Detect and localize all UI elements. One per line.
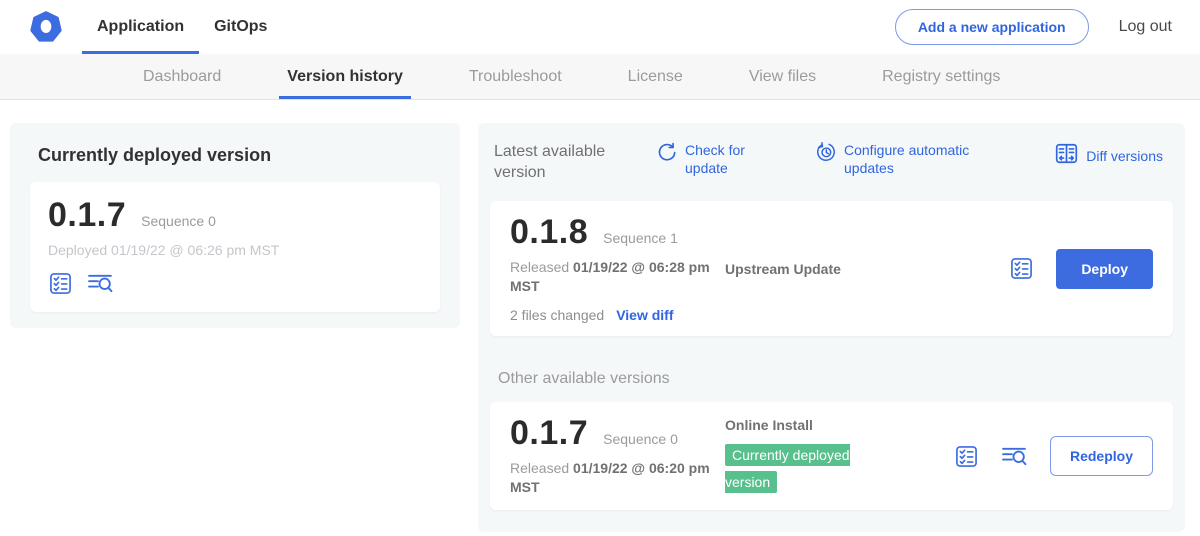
logout-link[interactable]: Log out (1119, 18, 1172, 36)
latest-available-title: Latest available version (494, 141, 622, 183)
view-logs-icon[interactable] (87, 271, 114, 296)
deployed-version-card: 0.1.7 Sequence 0 Deployed 01/19/22 @ 06:… (30, 182, 440, 312)
other-source-label: Online Install (725, 417, 944, 433)
subnav-item-troubleshoot[interactable]: Troubleshoot (461, 54, 570, 99)
currently-deployed-badge: Currently deployed version (725, 444, 850, 493)
subnav-item-version-history[interactable]: Version history (279, 54, 411, 99)
other-released-timestamp: Released 01/19/22 @ 06:20 pm MST (510, 459, 715, 497)
other-version-card: 0.1.7 Sequence 0 Released 01/19/22 @ 06:… (490, 402, 1173, 510)
configure-automatic-updates-label: Configure automatic updates (844, 141, 983, 177)
add-new-application-button[interactable]: Add a new application (895, 9, 1089, 45)
subnav-item-license[interactable]: License (620, 54, 691, 99)
latest-version-number: 0.1.8 (510, 215, 588, 249)
subnav-item-dashboard[interactable]: Dashboard (135, 54, 229, 99)
other-available-versions-heading: Other available versions (498, 370, 1173, 388)
header-right: Add a new application Log out (895, 0, 1200, 54)
subnav-item-registry-settings[interactable]: Registry settings (874, 54, 1008, 99)
currently-deployed-title: Currently deployed version (38, 145, 440, 166)
clock-refresh-icon (815, 141, 837, 177)
deployed-timestamp: Deployed 01/19/22 @ 06:26 pm MST (48, 242, 422, 258)
available-panel-header: Latest available version Check for updat… (490, 141, 1173, 193)
check-for-update-button[interactable]: Check for update (656, 141, 759, 177)
view-diff-link[interactable]: View diff (616, 307, 673, 323)
released-prefix: Released (510, 259, 573, 275)
tab-application[interactable]: Application (82, 0, 199, 54)
app-subnav: Dashboard Version history Troubleshoot L… (0, 54, 1200, 100)
latest-sequence-label: Sequence 1 (603, 230, 678, 246)
latest-version-card: 0.1.8 Sequence 1 Released 01/19/22 @ 06:… (490, 201, 1173, 336)
deploy-button[interactable]: Deploy (1056, 249, 1153, 289)
diff-versions-label: Diff versions (1086, 147, 1163, 165)
version-history-page: Currently deployed version 0.1.7 Sequenc… (0, 100, 1200, 535)
released-prefix: Released (510, 460, 573, 476)
check-for-update-label: Check for update (685, 141, 759, 177)
currently-deployed-panel: Currently deployed version 0.1.7 Sequenc… (10, 123, 460, 328)
refresh-icon (656, 141, 678, 177)
redeploy-button[interactable]: Redeploy (1050, 436, 1153, 476)
latest-released-timestamp: Released 01/19/22 @ 06:28 pm MST (510, 258, 715, 296)
files-changed-label: 2 files changed (510, 307, 604, 323)
deployed-version-number: 0.1.7 (48, 198, 126, 232)
other-version-number: 0.1.7 (510, 416, 588, 450)
deployed-sequence-label: Sequence 0 (141, 213, 216, 229)
configure-automatic-updates-button[interactable]: Configure automatic updates (815, 141, 983, 177)
preflight-checklist-icon[interactable] (1009, 256, 1034, 281)
other-sequence-label: Sequence 0 (603, 431, 678, 447)
view-logs-icon[interactable] (1001, 444, 1028, 469)
app-logo-icon (30, 11, 62, 43)
top-navigation: Application GitOps Add a new application… (0, 0, 1200, 54)
preflight-checklist-icon[interactable] (48, 271, 73, 296)
diff-versions-button[interactable]: Diff versions (1054, 141, 1163, 170)
tab-gitops[interactable]: GitOps (199, 0, 282, 54)
preflight-checklist-icon[interactable] (954, 444, 979, 469)
subnav-item-view-files[interactable]: View files (741, 54, 824, 99)
diff-columns-icon (1054, 141, 1079, 170)
available-versions-panel: Latest available version Check for updat… (478, 123, 1185, 532)
latest-source-label: Upstream Update (725, 261, 999, 277)
